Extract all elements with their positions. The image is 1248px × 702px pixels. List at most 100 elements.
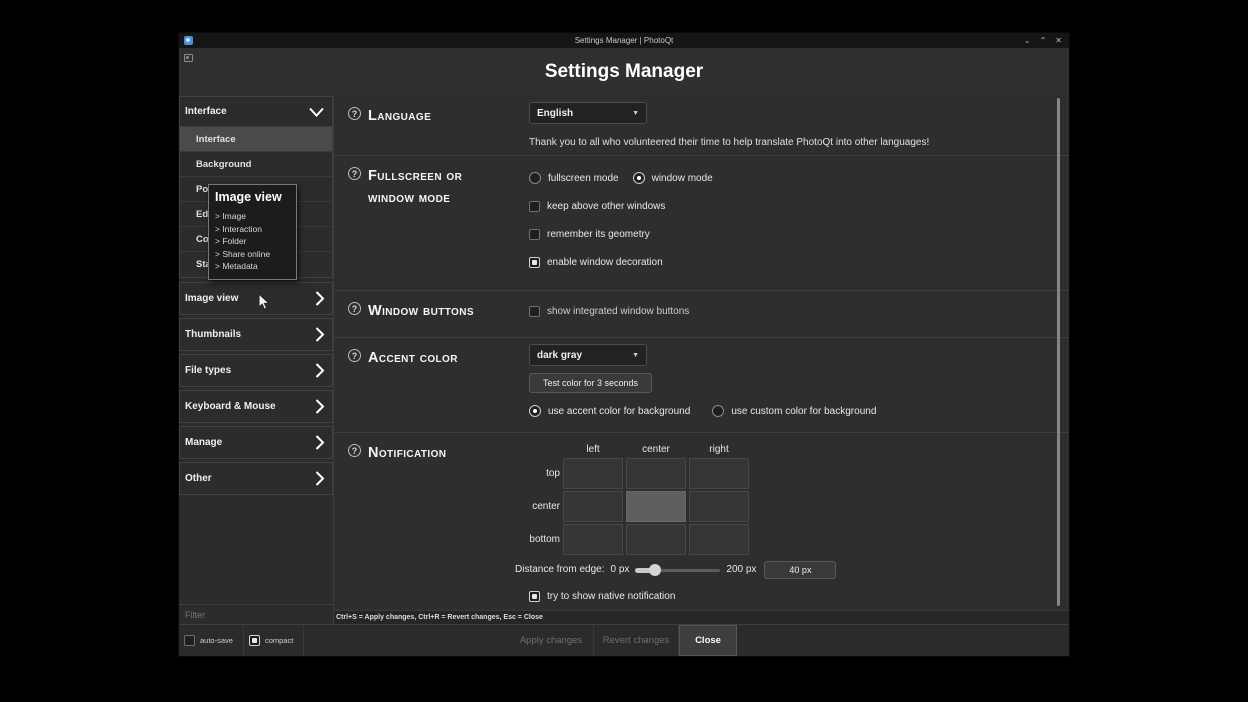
section-language: ? Language English ▼ Thank you to all wh… [334, 96, 1069, 156]
position-cell-top-center[interactable] [626, 458, 686, 489]
checkbox-native-notification[interactable]: try to show native notification [529, 588, 1045, 604]
position-cell-center-left[interactable] [563, 491, 623, 522]
sidebar-items: Image view Thumbnails File types Keyboar… [179, 282, 333, 498]
sidebar-group-label: Interface [185, 106, 227, 117]
checkbox-label: try to show native notification [547, 591, 675, 602]
checkbox-label: auto-save [200, 636, 233, 645]
language-dropdown[interactable]: English ▼ [529, 102, 647, 124]
sidebar-item-other[interactable]: Other [179, 462, 333, 495]
radio-custom-background[interactable]: use custom color for background [712, 403, 876, 419]
radio-icon [529, 405, 541, 417]
slider-handle[interactable] [649, 564, 661, 576]
position-cell-bottom-left[interactable] [563, 524, 623, 555]
minimize-icon[interactable]: ⌄ [1024, 36, 1031, 45]
radio-label: fullscreen mode [548, 173, 619, 184]
tooltip-item: > Interaction [215, 223, 290, 236]
section-window-buttons: ? Window buttons show integrated window … [334, 291, 1069, 338]
distance-value-field[interactable]: 40 px [764, 561, 836, 579]
radio-accent-background[interactable]: use accent color for background [529, 403, 690, 419]
checkbox-icon [529, 201, 540, 212]
checkbox-keep-above[interactable]: keep above other windows [529, 198, 1045, 214]
page-title: Settings Manager [545, 61, 703, 83]
revert-changes-button[interactable]: Revert changes [594, 625, 679, 656]
grid-col-label: left [563, 444, 623, 455]
checkbox-remember-geometry[interactable]: remember its geometry [529, 226, 1045, 242]
sidebar-item-image-view[interactable]: Image view [179, 282, 333, 315]
chevron-right-icon [314, 470, 325, 487]
settings-content: ? Language English ▼ Thank you to all wh… [334, 96, 1069, 624]
bottom-buttons: Apply changes Revert changes Close [509, 625, 737, 656]
chevron-down-icon [308, 106, 325, 118]
checkbox-auto-save[interactable]: auto-save [179, 625, 244, 656]
sidebar-item-file-types[interactable]: File types [179, 354, 333, 387]
sidebar-item-keyboard-mouse[interactable]: Keyboard & Mouse [179, 390, 333, 423]
grid-row-label: bottom [529, 534, 560, 545]
section-title: Window buttons [368, 300, 474, 322]
apply-changes-button[interactable]: Apply changes [509, 625, 594, 656]
sidebar-item-label: Thumbnails [185, 329, 241, 340]
window-title: Settings Manager | PhotoQt [179, 36, 1069, 45]
chevron-right-icon [314, 326, 325, 343]
checkbox-label: remember its geometry [547, 229, 650, 240]
close-button[interactable]: Close [679, 625, 737, 656]
accent-color-dropdown[interactable]: dark gray ▼ [529, 344, 647, 366]
section-accent-color: ? Accent color dark gray ▼ Test color fo… [334, 338, 1069, 433]
radio-fullscreen-mode[interactable]: fullscreen mode [529, 170, 619, 186]
position-cell-bottom-right[interactable] [689, 524, 749, 555]
radio-window-mode[interactable]: window mode [633, 170, 713, 186]
radio-label: use custom color for background [731, 406, 876, 417]
section-title: Notification [368, 442, 446, 464]
sidebar-item-label: Manage [185, 437, 222, 448]
help-icon[interactable]: ? [348, 167, 361, 180]
titlebar[interactable]: Settings Manager | PhotoQt ⌄ ⌃ ✕ [179, 33, 1069, 48]
checkbox-icon [529, 229, 540, 240]
position-cell-top-left[interactable] [563, 458, 623, 489]
chevron-right-icon [314, 434, 325, 451]
test-color-button[interactable]: Test color for 3 seconds [529, 373, 652, 393]
section-title: Language [368, 105, 431, 127]
sidebar-item-label: Other [185, 473, 212, 484]
tooltip-item: > Folder [215, 235, 290, 248]
sidebar-item-manage[interactable]: Manage [179, 426, 333, 459]
sidebar-item-label: File types [185, 365, 231, 376]
grid-row-label: top [529, 468, 560, 479]
tooltip-title: Image view [215, 190, 290, 204]
language-note: Thank you to all who volunteered their t… [529, 137, 1045, 148]
sidebar-subitem-background[interactable]: Background [180, 152, 332, 177]
window-controls: ⌄ ⌃ ✕ [1024, 36, 1069, 45]
position-cell-bottom-center[interactable] [626, 524, 686, 555]
slider-max-label: 200 px [726, 564, 756, 575]
settings-manager-window: Settings Manager | PhotoQt ⌄ ⌃ ✕ Setting… [178, 32, 1070, 657]
checkbox-window-decoration[interactable]: enable window decoration [529, 254, 1045, 270]
chevron-down-icon: ▼ [632, 110, 639, 117]
section-fullscreen-mode: ? Fullscreen or window mode fullscreen m… [334, 156, 1069, 291]
checkbox-icon [529, 257, 540, 268]
checkbox-icon [529, 591, 540, 602]
distance-slider[interactable] [635, 564, 720, 576]
sidebar-item-thumbnails[interactable]: Thumbnails [179, 318, 333, 351]
checkbox-integrated-buttons[interactable]: show integrated window buttons [529, 303, 1045, 319]
image-view-tooltip: Image view > Image > Interaction > Folde… [208, 184, 297, 280]
position-cell-center-right[interactable] [689, 491, 749, 522]
maximize-icon[interactable]: ⌃ [1040, 36, 1047, 45]
help-icon[interactable]: ? [348, 444, 361, 457]
help-icon[interactable]: ? [348, 302, 361, 315]
slider-min-label: 0 px [611, 564, 630, 575]
grid-col-label: right [689, 444, 749, 455]
sidebar-group-interface[interactable]: Interface [179, 96, 333, 127]
close-icon[interactable]: ✕ [1055, 36, 1062, 45]
help-icon[interactable]: ? [348, 349, 361, 362]
position-cell-top-right[interactable] [689, 458, 749, 489]
filter-input[interactable] [179, 610, 333, 620]
help-icon[interactable]: ? [348, 107, 361, 120]
checkbox-compact[interactable]: compact [244, 625, 304, 656]
checkbox-icon [529, 306, 540, 317]
checkbox-icon [249, 635, 260, 646]
bottom-bar: auto-save compact Apply changes Revert c… [179, 624, 1069, 656]
content-scrollbar[interactable] [1057, 98, 1060, 606]
chevron-right-icon [314, 362, 325, 379]
position-cell-center-center[interactable] [626, 491, 686, 522]
sidebar-subitem-interface[interactable]: Interface [180, 127, 332, 152]
language-dropdown-value: English [537, 108, 573, 119]
grid-row-label: center [529, 501, 560, 512]
